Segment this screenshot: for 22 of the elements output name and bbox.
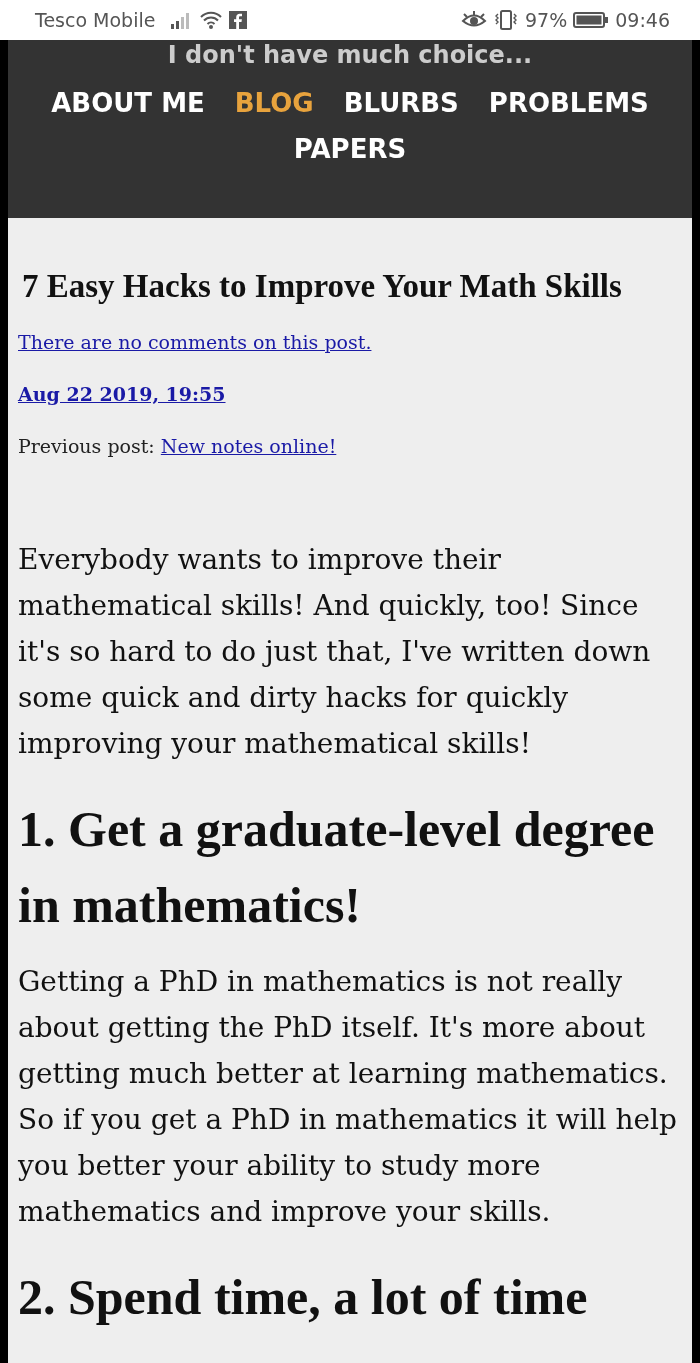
battery-percent: 97% [525, 9, 568, 31]
site-tagline: I don't have much choice... [166, 40, 534, 70]
post-title: 7 Easy Hacks to Improve Your Math Skills [22, 268, 623, 305]
nav-link[interactable]: BLURBS [343, 84, 459, 122]
carrier-name: Tesco Mobile [35, 9, 156, 31]
nav-link[interactable]: PROBLEMS [488, 84, 649, 122]
date-link[interactable]: Aug 22 2019, 19:55 [18, 383, 226, 405]
battery-icon [573, 11, 610, 29]
previous-label: Previous post: [18, 435, 155, 457]
nav-link[interactable]: ABOUT ME [51, 84, 205, 122]
vibrate-icon [493, 9, 519, 31]
section-paragraph: Getting a PhD in mathematics is not really about getting the PhD itself. It's more about getting much better at learning mathematics. So if you get a PhD in mathematics it will help you better your ability to study more mathematics and improve your skills. [18, 964, 678, 1230]
nav-link[interactable]: BLOG [234, 84, 314, 122]
comments-link[interactable]: There are no comments on this post. [18, 331, 372, 353]
section-heading: 2. Spend time, a lot of time [18, 1268, 589, 1327]
facebook-icon [229, 11, 248, 29]
section-heading: 1. Get a graduate-level degree in mathematics! [18, 800, 656, 935]
clock: 09:46 [615, 9, 670, 31]
nav-link[interactable]: PAPERS [293, 130, 407, 168]
intro-paragraph: Everybody wants to improve their mathematical skills! And quickly, too! Since it's so hard to do just that, I've written down some quick and dirty hacks for quickly improving your mathematical skills! [18, 542, 652, 762]
wifi-icon [199, 10, 224, 30]
previous-post-link[interactable]: New notes online! [160, 435, 337, 457]
